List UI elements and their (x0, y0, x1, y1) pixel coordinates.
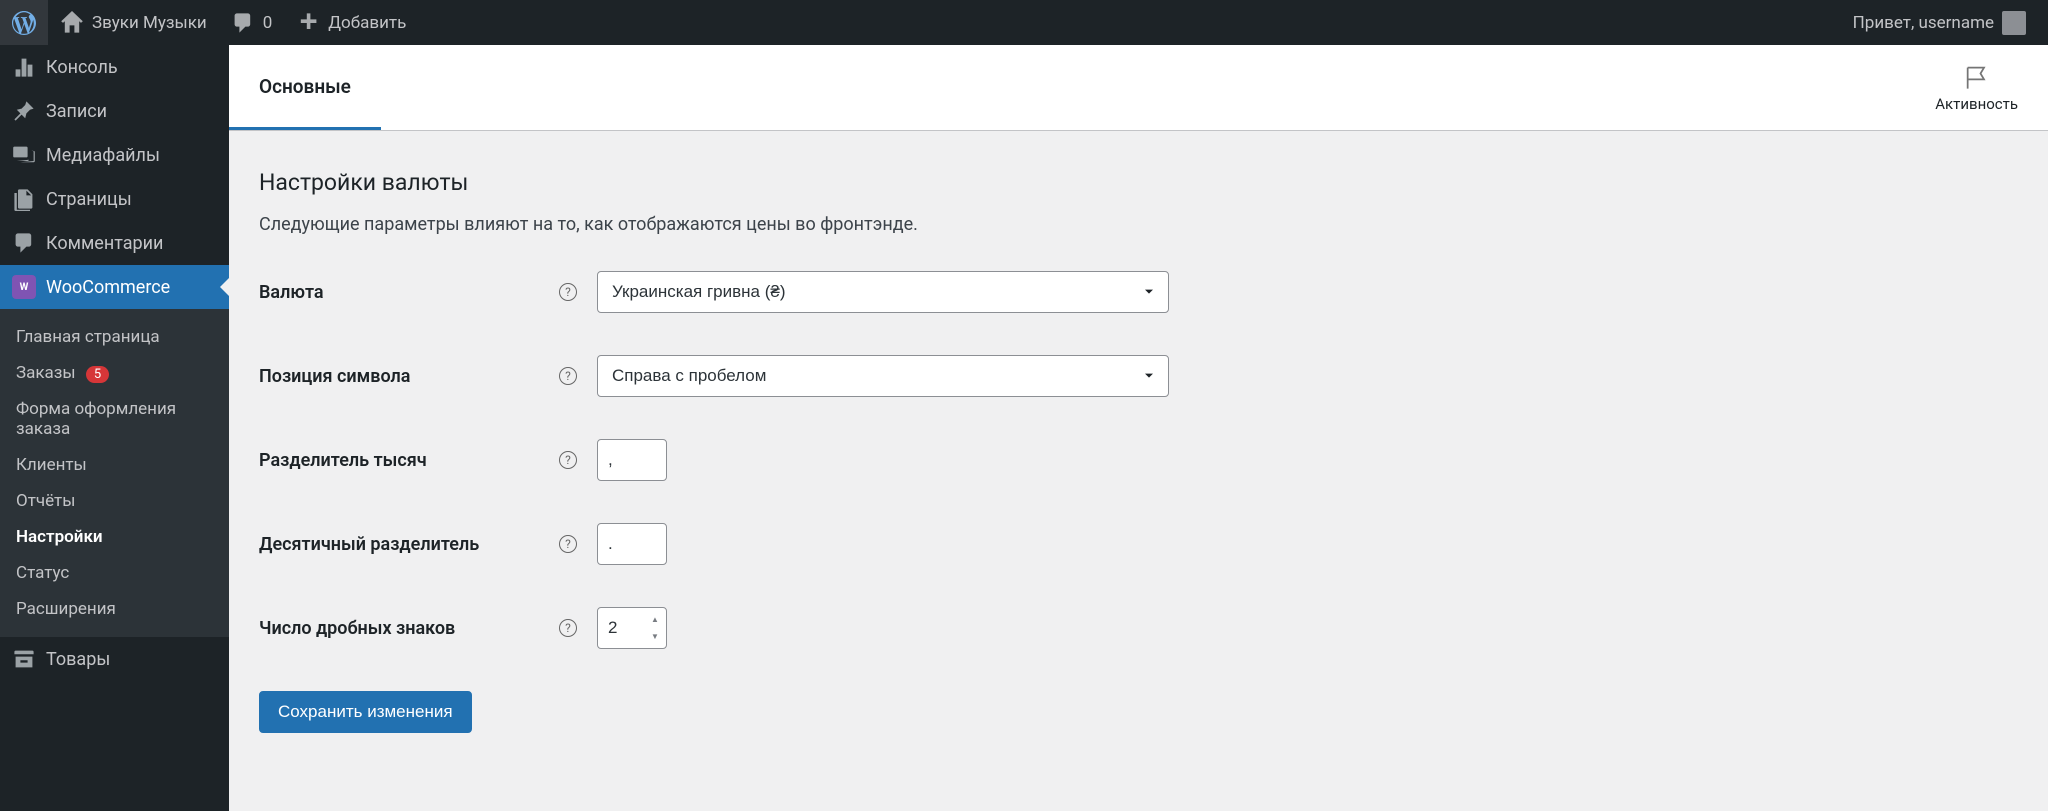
main: Основные Активность Настройки валюты Сле… (229, 45, 2048, 811)
submenu-status[interactable]: Статус (0, 555, 229, 591)
comment-icon (12, 231, 36, 255)
submenu-customers[interactable]: Клиенты (0, 447, 229, 483)
submenu: Главная страница Заказы 5 Форма оформлен… (0, 309, 229, 637)
currency-select-wrap (597, 271, 1169, 313)
comments-count: 0 (263, 13, 273, 33)
woo-icon: W (12, 275, 36, 299)
label-decimal: Десятичный разделитель (259, 534, 559, 555)
menu-label: Консоль (46, 57, 118, 78)
section-title: Настройки валюты (259, 169, 2018, 196)
help-decimal[interactable]: ? (559, 535, 597, 553)
comments-link[interactable]: 0 (219, 0, 285, 45)
spinner: ▲ ▼ (647, 611, 663, 645)
position-select[interactable] (597, 355, 1169, 397)
site-name-label: Звуки Музыки (92, 13, 207, 33)
menu-label: Медиафайлы (46, 145, 160, 166)
tab-bar: Основные Активность (229, 45, 2048, 131)
menu-label: Товары (46, 649, 110, 670)
submenu-settings[interactable]: Настройки (0, 519, 229, 555)
flag-icon (1963, 63, 1991, 91)
row-currency: Валюта ? (259, 271, 2018, 313)
home-icon (60, 11, 84, 35)
currency-select[interactable] (597, 271, 1169, 313)
label-currency: Валюта (259, 282, 559, 303)
activity-label: Активность (1935, 95, 2018, 113)
help-icon: ? (559, 367, 577, 385)
submenu-home[interactable]: Главная страница (0, 319, 229, 355)
admin-bar: Звуки Музыки 0 Добавить Привет, username (0, 0, 2048, 45)
position-select-wrap (597, 355, 1169, 397)
row-numdec: Число дробных знаков ? ▲ ▼ (259, 607, 2018, 649)
page-icon (12, 187, 36, 211)
submenu-label: Заказы (16, 363, 76, 383)
label-numdec: Число дробных знаков (259, 618, 559, 639)
admin-bar-right: Привет, username (1841, 0, 2048, 45)
menu-posts[interactable]: Записи (0, 89, 229, 133)
add-new-link[interactable]: Добавить (284, 0, 418, 45)
orders-badge: 5 (86, 366, 109, 383)
submenu-reports[interactable]: Отчёты (0, 483, 229, 519)
help-icon: ? (559, 535, 577, 553)
menu-label: Комментарии (46, 233, 163, 254)
submenu-extensions[interactable]: Расширения (0, 591, 229, 627)
label-thousand: Разделитель тысяч (259, 450, 559, 471)
menu-pages[interactable]: Страницы (0, 177, 229, 221)
site-name-link[interactable]: Звуки Музыки (48, 0, 219, 45)
pin-icon (12, 99, 36, 123)
spin-up[interactable]: ▲ (647, 611, 663, 628)
admin-menu: Консоль Записи Медиафайлы Страницы Комме… (0, 45, 229, 811)
menu-comments[interactable]: Комментарии (0, 221, 229, 265)
howdy-text: Привет, username (1853, 13, 1994, 33)
media-icon (12, 143, 36, 167)
save-button[interactable]: Сохранить изменения (259, 691, 472, 733)
wordpress-icon (12, 11, 36, 35)
avatar (2002, 11, 2026, 35)
help-position[interactable]: ? (559, 367, 597, 385)
activity-button[interactable]: Активность (1935, 63, 2018, 113)
menu-label: WooCommerce (46, 277, 170, 298)
help-icon: ? (559, 451, 577, 469)
help-icon: ? (559, 619, 577, 637)
menu-media[interactable]: Медиафайлы (0, 133, 229, 177)
menu-dashboard[interactable]: Консоль (0, 45, 229, 89)
submenu-orders[interactable]: Заказы 5 (0, 355, 229, 391)
dashboard-icon (12, 55, 36, 79)
submenu-checkout[interactable]: Форма оформления заказа (0, 391, 229, 447)
admin-bar-left: Звуки Музыки 0 Добавить (0, 0, 418, 45)
section-desc: Следующие параметры влияют на то, как от… (259, 214, 2018, 235)
numdec-wrap: ▲ ▼ (597, 607, 667, 649)
help-thousand[interactable]: ? (559, 451, 597, 469)
tab-general[interactable]: Основные (229, 45, 381, 130)
row-thousand: Разделитель тысяч ? (259, 439, 2018, 481)
decimal-input[interactable] (597, 523, 667, 565)
spin-down[interactable]: ▼ (647, 628, 663, 645)
menu-label: Записи (46, 101, 107, 122)
help-numdec[interactable]: ? (559, 619, 597, 637)
form-table: Валюта ? Позиция символа ? Разделитель т… (259, 271, 2018, 649)
row-position: Позиция символа ? (259, 355, 2018, 397)
add-new-label: Добавить (328, 13, 406, 33)
plus-icon (296, 11, 320, 35)
menu-products[interactable]: Товары (0, 637, 229, 681)
archive-icon (12, 647, 36, 671)
howdy-link[interactable]: Привет, username (1841, 0, 2038, 45)
menu-woocommerce[interactable]: W WooCommerce (0, 265, 229, 309)
wp-logo[interactable] (0, 0, 48, 45)
help-currency[interactable]: ? (559, 283, 597, 301)
row-decimal: Десятичный разделитель ? (259, 523, 2018, 565)
menu-label: Страницы (46, 189, 132, 210)
content: Настройки валюты Следующие параметры вли… (229, 131, 2048, 771)
thousand-input[interactable] (597, 439, 667, 481)
comment-icon (231, 11, 255, 35)
label-position: Позиция символа (259, 366, 559, 387)
help-icon: ? (559, 283, 577, 301)
